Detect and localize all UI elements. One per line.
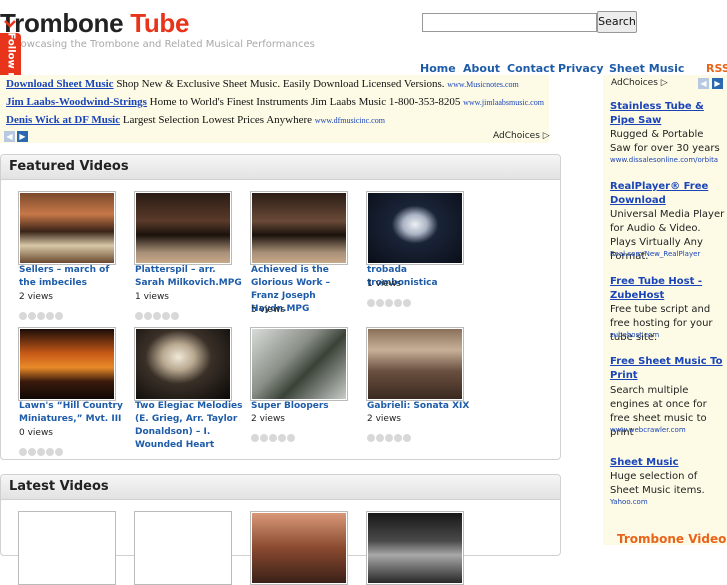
adchoices-link[interactable]: AdChoices ▷: [493, 131, 550, 141]
adchoices-icon: ▷: [542, 131, 550, 141]
star-rating[interactable]: [19, 441, 64, 456]
video-thumbnail[interactable]: [250, 191, 348, 265]
arrow-right-icon[interactable]: ▶: [17, 131, 28, 142]
video-thumbnail[interactable]: [134, 327, 232, 401]
site-tagline: Showcasing the Trombone and Related Musi…: [8, 39, 315, 50]
nav-privacy[interactable]: Privacy: [558, 62, 604, 75]
sidebar-ad-title[interactable]: Free Sheet Music To Print: [610, 355, 725, 383]
video-thumbnail[interactable]: [366, 327, 464, 401]
ad-link[interactable]: Denis Wick at DF Music: [6, 114, 120, 126]
sidebar-ad-url[interactable]: zubehost.com: [610, 331, 659, 339]
latest-videos-title: Latest Videos: [9, 479, 109, 494]
video-title[interactable]: Super Bloopers: [251, 400, 359, 413]
video-views: 1 views: [135, 292, 170, 302]
sidebar-ad-url[interactable]: Real.com/New_RealPlayer: [610, 250, 700, 258]
ad-url[interactable]: www.dfmusicinc.com: [315, 116, 385, 125]
nav-sheet-music[interactable]: Sheet Music: [609, 62, 684, 75]
video-title[interactable]: Lawn's “Hill Country Miniatures,” Mvt. I…: [19, 400, 127, 426]
featured-videos-panel: Featured Videos Sellers – march of the i…: [0, 154, 561, 460]
video-views: 0 views: [19, 428, 54, 438]
nav-contact[interactable]: Contact: [507, 62, 555, 75]
sidebar-ad-desc: Rugged & Portable Saw for over 30 years: [610, 129, 720, 154]
video-thumbnail[interactable]: [250, 511, 348, 585]
video-views: 1 views: [367, 279, 402, 289]
search-button[interactable]: Search: [597, 11, 637, 33]
site-title[interactable]: Trombone Tube: [0, 8, 189, 39]
video-thumbnail[interactable]: [134, 511, 232, 585]
video-thumbnail[interactable]: [366, 511, 464, 585]
ad-row[interactable]: Download Sheet Music Shop New & Exclusiv…: [6, 78, 519, 90]
adchoices-icon: ▷: [660, 78, 668, 88]
video-title[interactable]: Two Elegiac Melodies (E. Grieg, Arr. Tay…: [135, 400, 243, 452]
sidebar-ad-desc: Huge selection of Sheet Music items.: [610, 471, 705, 496]
arrow-right-icon[interactable]: ▶: [712, 78, 723, 89]
star-rating[interactable]: [367, 427, 412, 442]
arrow-left-icon[interactable]: ◀: [4, 131, 15, 142]
sidebar-ad-title[interactable]: RealPlayer® Free Download: [610, 180, 725, 208]
ad-text: Home to World's Finest Instruments Jim L…: [146, 96, 464, 108]
video-views: 2 views: [251, 414, 286, 424]
arrow-left-icon[interactable]: ◀: [698, 78, 709, 89]
ad-link[interactable]: Download Sheet Music: [6, 78, 114, 90]
sidebar-ad-title[interactable]: Stainless Tube & Pipe Saw: [610, 100, 725, 128]
video-thumbnail[interactable]: [18, 191, 116, 265]
nav-rss[interactable]: RSS: [706, 62, 727, 75]
video-thumbnail[interactable]: [18, 327, 116, 401]
video-thumbnail[interactable]: [134, 191, 232, 265]
sidebar-ad-url[interactable]: www.dissalesonline.com/orbita: [610, 156, 718, 164]
latest-videos-panel: Latest Videos: [0, 474, 561, 585]
adchoices-link[interactable]: AdChoices ▷: [611, 78, 668, 88]
ad-url[interactable]: www.Musicnotes.com: [447, 80, 518, 89]
video-views: 2 views: [367, 414, 402, 424]
ad-row[interactable]: Denis Wick at DF Music Largest Selection…: [6, 114, 385, 126]
sidebar-ad-title[interactable]: Free Tube Host - ZubeHost: [610, 275, 725, 303]
ad-text: Largest Selection Lowest Prices Anywhere: [120, 114, 315, 126]
ad-url[interactable]: www.jimlaabsmusic.com: [463, 98, 544, 107]
video-views: 5 views: [251, 305, 286, 315]
ad-link[interactable]: Jim Laabs-Woodwind-Strings: [6, 96, 147, 108]
ad-text: Shop New & Exclusive Sheet Music. Easily…: [113, 78, 448, 90]
video-title[interactable]: Gabrieli: Sonata XIX: [367, 400, 475, 413]
video-thumbnail[interactable]: [250, 327, 348, 401]
adchoices-label: AdChoices: [611, 78, 658, 88]
search-input[interactable]: [422, 13, 597, 32]
star-rating[interactable]: [135, 305, 180, 320]
sidebar-ad-url[interactable]: Yahoo.com: [610, 498, 648, 506]
star-rating[interactable]: [19, 305, 64, 320]
video-title[interactable]: Platterspil – arr. Sarah Milkovich.MPG: [135, 264, 243, 290]
star-rating[interactable]: [251, 427, 296, 442]
site-title-accent: Tube: [130, 8, 190, 38]
sidebar-ad-url[interactable]: www.webcrawler.com: [610, 426, 686, 434]
sidebar-section-title: Trombone Videos: [617, 532, 727, 546]
star-rating[interactable]: [367, 292, 412, 307]
video-thumbnail[interactable]: [18, 511, 116, 585]
video-views: 2 views: [19, 292, 54, 302]
adchoices-label: AdChoices: [493, 131, 540, 141]
chevron-down-icon: [4, 20, 16, 28]
sidebar-ad-title[interactable]: Sheet Music: [610, 456, 725, 470]
nav-home[interactable]: Home: [420, 62, 456, 75]
video-thumbnail[interactable]: [366, 191, 464, 265]
ad-row[interactable]: Jim Laabs-Woodwind-Strings Home to World…: [6, 96, 544, 108]
video-title[interactable]: Sellers – march of the imbeciles: [19, 264, 127, 290]
nav-about[interactable]: About: [463, 62, 500, 75]
featured-videos-title: Featured Videos: [9, 159, 129, 174]
